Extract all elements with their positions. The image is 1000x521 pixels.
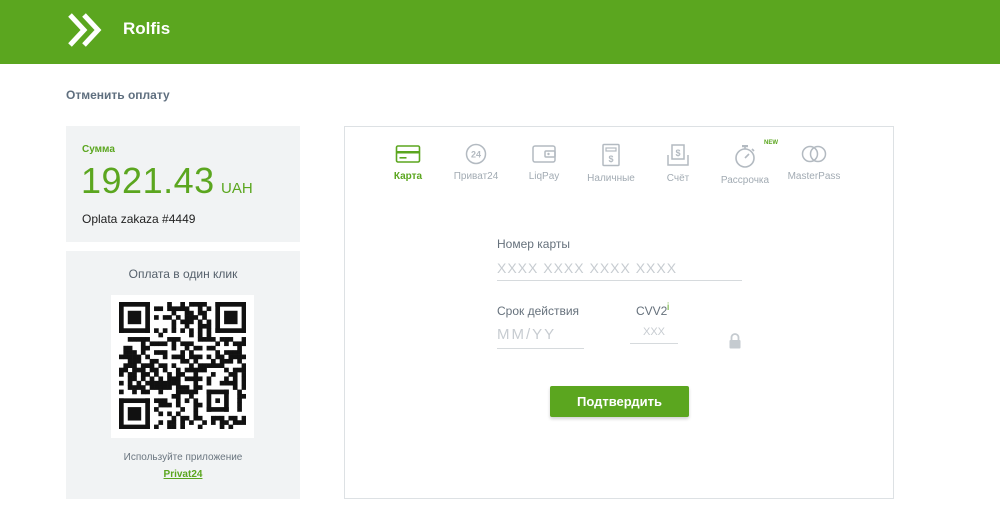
- tab-cash[interactable]: $ Наличные: [581, 143, 641, 203]
- invoice-icon: $: [667, 144, 689, 166]
- cvv-input[interactable]: [630, 320, 678, 344]
- lock-icon: [729, 333, 741, 349]
- amount-value: 1921.43: [81, 160, 215, 201]
- double-chevron-right-icon: [68, 13, 102, 47]
- masterpass-icon: [801, 145, 827, 163]
- svg-text:24: 24: [471, 150, 481, 160]
- expiry-input[interactable]: [497, 320, 584, 349]
- new-badge: NEW: [764, 140, 778, 146]
- tab-label: Наличные: [587, 173, 635, 184]
- privat24-app-link[interactable]: Privat24: [66, 469, 300, 480]
- payment-panel: Карта 24 Приват24 LiqPay $ Наличные $ Сч…: [344, 126, 894, 499]
- order-description: Oplata zakaza #4449: [82, 212, 196, 226]
- confirm-button[interactable]: Подтвердить: [550, 386, 689, 417]
- tab-label: MasterPass: [787, 171, 841, 182]
- tab-label: Рассрочка: [720, 175, 770, 186]
- cash-terminal-icon: $: [602, 143, 620, 167]
- tab-invoice[interactable]: $ Счёт: [661, 143, 695, 203]
- tab-card[interactable]: Карта: [385, 143, 431, 203]
- qr-caption: Используйте приложение: [123, 452, 243, 463]
- amount-label: Сумма: [82, 144, 115, 155]
- qr-card: Оплата в один клик Используйте приложени…: [66, 251, 300, 499]
- stopwatch-icon: [735, 145, 755, 168]
- credit-card-icon: [395, 145, 421, 163]
- tab-label: LiqPay: [528, 171, 560, 182]
- expiry-label: Срок действия: [497, 304, 580, 318]
- tab-masterpass[interactable]: MasterPass: [785, 143, 843, 203]
- brand-name: Rolfis: [123, 19, 171, 38]
- tab-liqpay[interactable]: LiqPay: [522, 143, 566, 203]
- svg-text:$: $: [608, 154, 613, 164]
- amount-currency: UAH: [221, 180, 253, 197]
- card-number-label: Номер карты: [497, 237, 570, 251]
- tab-label: Счёт: [666, 173, 690, 184]
- tab-installment[interactable]: NEW Рассрочка: [717, 140, 778, 203]
- amount-card: Сумма 1921.43 UAH Oplata zakaza #4449: [66, 126, 300, 242]
- svg-text:$: $: [675, 148, 680, 158]
- tab-label: Приват24: [453, 171, 499, 182]
- privat24-icon: 24: [465, 143, 487, 165]
- card-number-input[interactable]: [497, 255, 742, 281]
- wallet-icon: [532, 145, 556, 163]
- cvv-label: CVV2: [636, 304, 668, 318]
- cancel-payment-link[interactable]: Отменить оплату: [66, 88, 170, 102]
- qr-title: Оплата в один клик: [128, 267, 238, 281]
- qr-code: [111, 295, 254, 438]
- tab-privat24[interactable]: 24 Приват24: [447, 143, 505, 203]
- tab-label: Карта: [393, 171, 423, 182]
- cvv-info-icon[interactable]: i: [667, 302, 669, 313]
- top-header: Rolfis: [0, 0, 1000, 64]
